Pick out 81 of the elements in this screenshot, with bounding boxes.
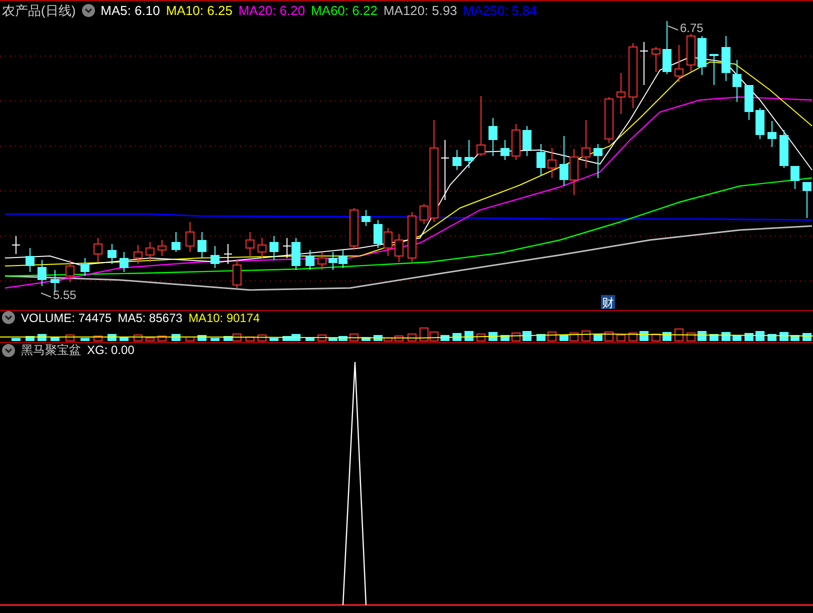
candlestick [780, 130, 788, 168]
candlestick [662, 20, 672, 74]
candlestick [698, 36, 706, 76]
candlestick [686, 34, 696, 72]
candlestick [652, 46, 660, 72]
indicator-value: MA5: 85673 [118, 312, 182, 324]
candlestick [756, 108, 764, 140]
candlestick [464, 140, 474, 168]
candlestick [384, 228, 392, 256]
high-price-label: 6.75 [668, 21, 704, 35]
candlestick [394, 234, 404, 262]
candlestick [224, 244, 232, 264]
low-price-label: 5.55 [40, 288, 76, 302]
candlestick [328, 252, 338, 270]
candlestick [80, 258, 90, 276]
candlestick [640, 42, 648, 86]
candlestick [246, 232, 254, 256]
indicator-value: MA60: 6.22 [310, 4, 378, 17]
candlestick [198, 232, 206, 258]
candlestick [232, 260, 242, 288]
candlestick [12, 236, 20, 254]
chart-title: 农产品(日线) [2, 4, 76, 17]
candlestick [108, 244, 116, 264]
candlestick [210, 246, 220, 268]
candlestick [536, 144, 546, 176]
candlestick [172, 232, 180, 252]
candlestick [512, 124, 520, 160]
indicator-value: XG: 0.00 [87, 344, 134, 356]
collapse-icon[interactable] [2, 311, 15, 324]
indicator-value: MA250: 5.84 [463, 4, 537, 17]
candlestick [350, 208, 358, 250]
candlestick [50, 270, 60, 292]
candlestick [560, 136, 568, 186]
candlestick [408, 212, 416, 262]
candlestick [258, 238, 266, 258]
candlestick [440, 140, 450, 200]
candlestick [66, 260, 74, 282]
candlestick [374, 220, 382, 248]
candlestick [318, 252, 326, 270]
candlestick [582, 120, 590, 168]
indicator-value: VOLUME: 74475 [21, 312, 112, 324]
candlestick [604, 96, 614, 144]
candlestick [790, 166, 800, 190]
candlestick [306, 250, 314, 270]
indicator-value: MA10: 6.25 [166, 4, 232, 17]
collapse-icon[interactable] [82, 4, 95, 17]
candlestick [270, 236, 278, 260]
candlestick [186, 222, 194, 252]
news-badge[interactable]: 财 [601, 295, 615, 310]
indicator-value: MA120: 5.93 [383, 4, 458, 17]
candlestick [674, 44, 684, 82]
candlestick [452, 150, 462, 170]
indicator-value: MA20: 6.20 [238, 4, 305, 17]
candlestick [134, 244, 142, 264]
candlestick [548, 148, 556, 178]
candlestick [768, 120, 776, 148]
candlestick [146, 242, 154, 262]
candlestick [38, 260, 46, 286]
candlestick [802, 182, 812, 218]
candlestick [732, 60, 742, 102]
candlestick [616, 72, 626, 114]
candlestick [158, 240, 166, 256]
candlestick [522, 126, 532, 156]
candlestick [744, 84, 754, 120]
collapse-icon[interactable] [2, 344, 15, 356]
indicator-title: 黑马聚宝盆 [21, 344, 81, 356]
candlestick [94, 238, 102, 262]
indicator-value: MA5: 6.10 [100, 4, 160, 17]
candlestick [500, 140, 510, 160]
candlestick [722, 36, 730, 82]
candlestick [476, 96, 486, 156]
candlestick [362, 210, 370, 226]
indicator-value: MA10: 90174 [188, 312, 260, 324]
candlestick [710, 54, 718, 86]
candlestick [594, 144, 602, 178]
candlestick [628, 42, 638, 108]
candlestick [570, 148, 578, 196]
candlestick [26, 248, 34, 272]
candlestick [120, 252, 128, 272]
candlestick [338, 250, 348, 268]
candlestick [488, 118, 498, 156]
